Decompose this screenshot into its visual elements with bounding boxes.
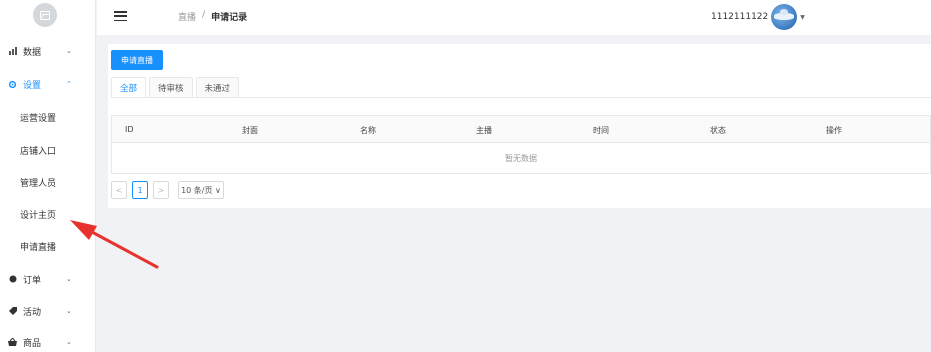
menu-item-data[interactable]: 数据 ⌄ [0,39,96,63]
username: 1112111122 [711,12,769,22]
tab-rejected[interactable]: 未通过 [195,77,240,97]
chevron-down-icon: ⌄ [66,275,72,283]
bar-chart-icon [8,47,17,56]
column-header-actions: 操作 [826,126,842,135]
menu-label: 设置 [23,80,42,91]
prev-page-button[interactable]: < [111,181,127,199]
status-tabs: 全部 待审核 未通过 [111,77,240,97]
top-header: 直播 / 申请记录 1112111122 ▼ [97,0,931,35]
submenu-label: 管理人员 [20,178,57,189]
submenu-item-store-entry[interactable]: 店铺入口 [0,138,96,162]
breadcrumb-current: 申请记录 [211,13,248,23]
breadcrumb-parent[interactable]: 直播 [178,10,196,23]
column-header-cover: 封面 [242,126,258,135]
table-header: ID 封面 名称 主播 时间 状态 操作 [112,116,930,143]
submenu-label: 店铺入口 [20,146,57,157]
submenu-item-operation-settings[interactable]: 运营设置 [0,105,96,129]
menu-label: 商品 [23,338,42,349]
submenu-label: 运营设置 [20,113,57,124]
submenu-item-managers[interactable]: 管理人员 [0,170,96,194]
menu-item-settings[interactable]: 设置 ⌃ [0,72,96,96]
tab-pending[interactable]: 待审核 [149,77,193,97]
submenu-item-design-homepage[interactable]: 设计主页 [0,202,96,226]
chevron-down-icon: ⌄ [66,307,72,315]
tab-all[interactable]: 全部 [111,77,147,97]
circle-icon [8,275,17,284]
menu-label: 活动 [23,307,42,318]
menu-label: 数据 [23,47,42,58]
page-size-select[interactable]: 10 条/页 ∨ [178,181,224,199]
logo-image-icon [33,3,57,27]
chevron-up-icon: ⌃ [66,80,72,88]
records-table: ID 封面 名称 主播 时间 状态 操作 暂无数据 [111,115,931,174]
menu-toggle-icon[interactable] [114,11,127,21]
apply-live-button[interactable]: 申请直播 [111,50,163,70]
sidebar: 数据 ⌄ 设置 ⌃ 运营设置 店铺入口 管理人员 设计主页 申请直播 订单 ⌄ … [0,0,96,352]
column-header-id: ID [125,125,134,134]
tag-icon [8,307,17,316]
gear-icon [8,80,17,89]
menu-label: 订单 [23,275,42,286]
breadcrumb: 直播 / 申请记录 [178,10,247,23]
chevron-down-icon: ⌄ [66,47,72,55]
next-page-button[interactable]: > [153,181,169,199]
tabs-divider [111,97,931,98]
page-number-button[interactable]: 1 [132,181,148,199]
pagination: < 1 > 10 条/页 ∨ [111,181,224,199]
column-header-name: 名称 [360,126,376,135]
menu-item-activities[interactable]: 活动 ⌄ [0,299,96,323]
submenu-item-apply-live[interactable]: 申请直播 [0,234,96,258]
submenu-label: 设计主页 [20,210,57,221]
breadcrumb-separator: / [202,10,206,20]
chevron-down-icon: ⌄ [66,338,72,346]
column-header-host: 主播 [476,126,492,135]
menu-item-orders[interactable]: 订单 ⌄ [0,267,96,291]
caret-down-icon: ▼ [800,13,805,21]
basket-icon [8,338,17,347]
user-menu[interactable]: 1112111122 ▼ [711,4,805,30]
menu-item-products[interactable]: 商品 ⌄ [0,330,96,352]
empty-state-text: 暂无数据 [505,154,537,163]
avatar [771,4,798,30]
column-header-time: 时间 [593,126,609,135]
column-header-status: 状态 [710,126,726,135]
submenu-label: 申请直播 [20,242,57,253]
main-content: 申请直播 全部 待审核 未通过 ID 封面 名称 主播 时间 状态 操作 暂无数… [108,44,931,208]
